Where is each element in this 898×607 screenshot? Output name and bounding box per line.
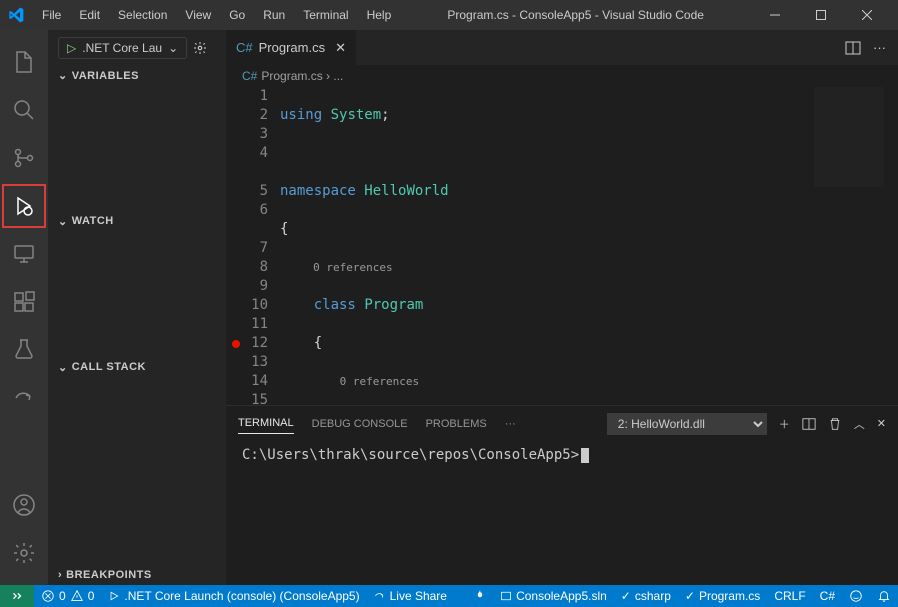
terminal-body[interactable]: C:\Users\thrak\source\repos\ConsoleApp5> xyxy=(226,441,898,585)
run-debug-icon[interactable] xyxy=(0,182,48,230)
menu-edit[interactable]: Edit xyxy=(71,4,108,26)
status-lang[interactable]: C# xyxy=(813,589,842,603)
status-bar: 0 0 .NET Core Launch (console) (ConsoleA… xyxy=(0,585,898,607)
status-file-ok[interactable]: ✓ Program.cs xyxy=(678,589,767,603)
close-tab-icon[interactable]: ✕ xyxy=(335,40,346,56)
window-title: Program.cs - ConsoleApp5 - Visual Studio… xyxy=(399,8,752,22)
activity-bar xyxy=(0,30,48,585)
minimize-button[interactable] xyxy=(752,0,798,30)
gutter[interactable]: 1 2 3 4 5 6 7 8 9 10 11 12 13 14 15 xyxy=(226,87,280,405)
vscode-icon xyxy=(8,7,24,23)
accounts-icon[interactable] xyxy=(0,481,48,529)
start-debug-button[interactable]: ▷ .NET Core Lau ⌄ xyxy=(58,37,187,59)
terminal-prompt: C:\Users\thrak\source\repos\ConsoleApp5> xyxy=(242,447,579,463)
watch-section[interactable]: ⌄WATCH xyxy=(48,211,226,232)
close-button[interactable] xyxy=(844,0,890,30)
breakpoints-section[interactable]: ›BREAKPOINTS xyxy=(48,565,226,585)
extensions-icon[interactable] xyxy=(0,278,48,326)
remote-explorer-icon[interactable] xyxy=(0,230,48,278)
menu-run[interactable]: Run xyxy=(255,4,293,26)
debug-config-name: .NET Core Lau xyxy=(82,41,162,55)
csharp-file-icon: C# xyxy=(236,40,253,55)
status-debug-config[interactable]: .NET Core Launch (console) (ConsoleApp5) xyxy=(101,585,366,607)
maximize-button[interactable] xyxy=(798,0,844,30)
close-panel-icon[interactable]: ✕ xyxy=(877,417,886,430)
terminal-cursor xyxy=(581,448,589,463)
status-csharp[interactable]: ✓ csharp xyxy=(614,589,678,603)
terminal-select[interactable]: 2: HelloWorld.dll xyxy=(607,413,767,435)
more-actions-icon[interactable]: ··· xyxy=(873,40,886,55)
test-icon[interactable] xyxy=(0,326,48,374)
breakpoint-icon[interactable] xyxy=(232,340,240,348)
callstack-section[interactable]: ⌄CALL STACK xyxy=(48,357,226,378)
tab-program-cs[interactable]: C# Program.cs ✕ xyxy=(226,30,357,65)
status-solution[interactable]: ConsoleApp5.sln xyxy=(493,589,614,603)
chevron-down-icon: ⌄ xyxy=(58,361,68,374)
code-editor[interactable]: 1 2 3 4 5 6 7 8 9 10 11 12 13 14 15 usin… xyxy=(226,87,898,405)
status-flame[interactable] xyxy=(467,589,493,601)
menu-go[interactable]: Go xyxy=(221,4,253,26)
chevron-down-icon: ⌄ xyxy=(58,215,68,228)
tab-debug-console[interactable]: DEBUG CONSOLE xyxy=(312,414,408,434)
share-icon[interactable] xyxy=(0,374,48,422)
chevron-down-icon: ⌄ xyxy=(58,69,68,82)
status-feedback-icon[interactable] xyxy=(842,589,870,603)
tab-terminal[interactable]: TERMINAL xyxy=(238,413,294,434)
menu-help[interactable]: Help xyxy=(359,4,400,26)
tab-problems[interactable]: PROBLEMS xyxy=(426,414,487,434)
menu-terminal[interactable]: Terminal xyxy=(295,4,356,26)
minimap[interactable] xyxy=(814,87,884,187)
maximize-panel-icon[interactable]: ︿ xyxy=(854,416,865,432)
menu-bar: File Edit Selection View Go Run Terminal… xyxy=(34,4,399,26)
status-eol[interactable]: CRLF xyxy=(767,589,812,603)
editor-tabs: C# Program.cs ✕ ··· xyxy=(226,30,898,65)
tab-label: Program.cs xyxy=(259,40,325,55)
config-gear-icon[interactable] xyxy=(193,41,207,55)
source-control-icon[interactable] xyxy=(0,134,48,182)
code-content[interactable]: using System; namespace HelloWorld { 0 r… xyxy=(280,87,898,405)
menu-file[interactable]: File xyxy=(34,4,69,26)
variables-section[interactable]: ⌄VARIABLES xyxy=(48,65,226,86)
panel-more-icon[interactable]: ··· xyxy=(505,414,516,434)
status-bell-icon[interactable] xyxy=(870,589,898,603)
debug-sidebar: ▷ .NET Core Lau ⌄ ⌄VARIABLES ⌄WATCH ⌄CAL… xyxy=(48,30,226,585)
bottom-panel: TERMINAL DEBUG CONSOLE PROBLEMS ··· 2: H… xyxy=(226,405,898,585)
menu-selection[interactable]: Selection xyxy=(110,4,175,26)
search-icon[interactable] xyxy=(0,86,48,134)
new-terminal-icon[interactable]: ＋ xyxy=(779,416,790,432)
titlebar: File Edit Selection View Go Run Terminal… xyxy=(0,0,898,30)
split-terminal-icon[interactable] xyxy=(802,417,816,431)
chevron-down-icon: ⌄ xyxy=(168,41,178,55)
breadcrumb[interactable]: C# Program.cs › ... xyxy=(226,65,898,87)
status-live-share[interactable]: Live Share xyxy=(367,585,454,607)
kill-terminal-icon[interactable] xyxy=(828,417,842,431)
status-problems[interactable]: 0 0 xyxy=(34,585,101,607)
chevron-right-icon: › xyxy=(58,569,62,581)
split-editor-icon[interactable] xyxy=(845,40,861,56)
editor-area: C# Program.cs ✕ ··· C# Program.cs › ... … xyxy=(226,30,898,585)
play-icon: ▷ xyxy=(67,41,76,55)
menu-view[interactable]: View xyxy=(177,4,219,26)
settings-gear-icon[interactable] xyxy=(0,529,48,577)
remote-indicator[interactable] xyxy=(0,585,34,607)
explorer-icon[interactable] xyxy=(0,38,48,86)
csharp-file-icon: C# xyxy=(242,69,257,83)
